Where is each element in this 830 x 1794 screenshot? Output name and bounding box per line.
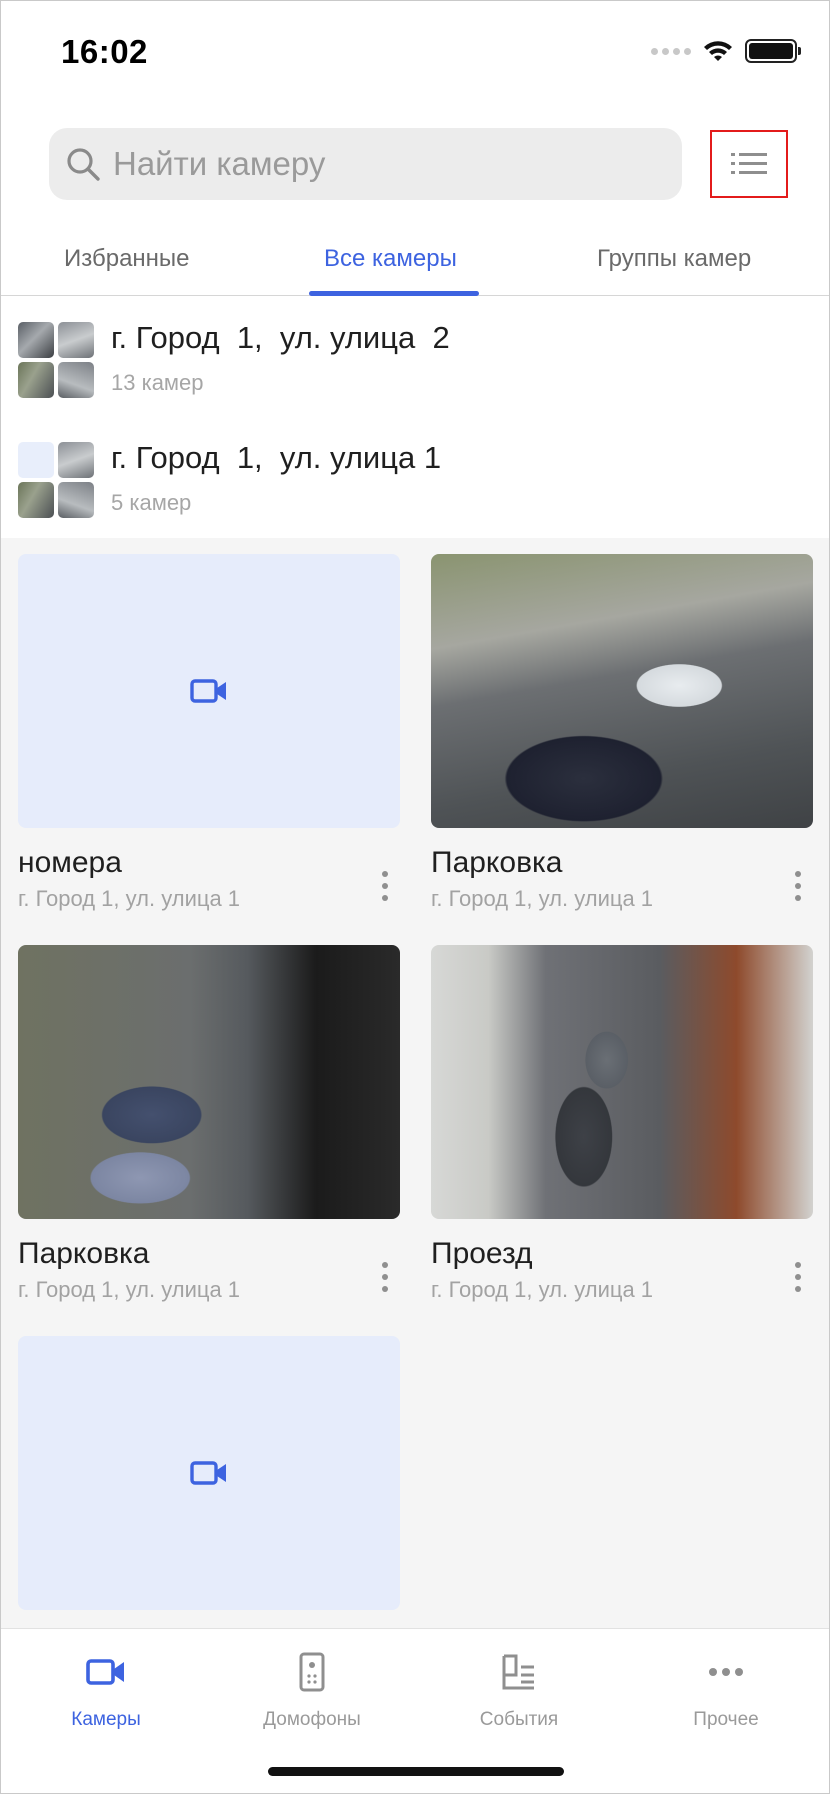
- camera-group-row[interactable]: г. Город 1, ул. улица 1 5 камер: [1, 418, 829, 538]
- group-thumbnail: [58, 362, 94, 398]
- camera-address: г. Город 1, ул. улица 1: [431, 1277, 654, 1302]
- nav-label: Домофоны: [263, 1709, 361, 1730]
- group-thumbnail: [18, 362, 54, 398]
- status-icons: [651, 39, 801, 63]
- nav-label: Прочее: [693, 1709, 759, 1730]
- list-view-button[interactable]: [710, 130, 788, 198]
- search-input[interactable]: [113, 145, 633, 183]
- camera-preview-image[interactable]: [18, 945, 400, 1219]
- video-camera-icon: [190, 1461, 226, 1485]
- status-bar: 16:02: [1, 1, 829, 101]
- camera-name: Проезд: [431, 1237, 533, 1270]
- camera-address: г. Город 1, ул. улица 1: [18, 886, 241, 911]
- list-icon: [731, 153, 767, 174]
- app-screen: 16:02 Избранные Все: [0, 0, 830, 1794]
- camera-group-row[interactable]: г. Город 1, ул. улица 2 13 камер: [1, 298, 829, 418]
- camera-name: Парковка: [18, 1237, 150, 1270]
- group-thumbnail: [18, 322, 54, 358]
- group-thumbnail: [58, 482, 94, 518]
- camera-card[interactable]: Парковка г. Город 1, ул. улица 1: [431, 554, 813, 912]
- camera-card[interactable]: [18, 1336, 400, 1610]
- nav-more[interactable]: Прочее: [651, 1647, 801, 1731]
- active-tab-indicator: [309, 291, 479, 296]
- group-thumbnail: [18, 482, 54, 518]
- group-thumbnail: [58, 442, 94, 478]
- search-icon: [67, 148, 100, 181]
- more-options-icon[interactable]: [370, 866, 400, 906]
- tab-camera-groups[interactable]: Группы камер: [597, 245, 751, 273]
- group-thumbnail-placeholder: [18, 442, 54, 478]
- group-thumbnails: [18, 322, 94, 398]
- more-options-icon[interactable]: [783, 866, 813, 906]
- nav-label: События: [479, 1709, 559, 1730]
- status-time: 16:02: [61, 33, 148, 70]
- camera-card[interactable]: Проезд г. Город 1, ул. улица 1: [431, 945, 813, 1303]
- camera-preview-image[interactable]: [431, 554, 813, 828]
- group-thumbnail: [58, 322, 94, 358]
- tab-bar: Избранные Все камеры Группы камер: [1, 233, 829, 296]
- tab-favorites[interactable]: Избранные: [64, 245, 190, 273]
- camera-preview-image[interactable]: [431, 945, 813, 1219]
- camera-address: г. Город 1, ул. улица 1: [431, 886, 654, 911]
- camera-preview-placeholder[interactable]: [18, 554, 400, 828]
- group-thumbnails: [18, 442, 94, 518]
- camera-name: Парковка: [431, 846, 563, 879]
- camera-address: г. Город 1, ул. улица 1: [18, 1277, 241, 1302]
- more-icon: [709, 1668, 743, 1676]
- nav-label: Камеры: [71, 1709, 141, 1730]
- video-camera-icon: [190, 679, 226, 703]
- wifi-icon: [704, 41, 732, 61]
- group-camera-count: 5 камер: [111, 490, 192, 515]
- home-indicator: [268, 1767, 564, 1776]
- camera-icon: [86, 1659, 124, 1685]
- camera-preview-placeholder[interactable]: [18, 1336, 400, 1610]
- battery-icon: [745, 39, 801, 63]
- nav-intercoms[interactable]: Домофоны: [237, 1647, 387, 1731]
- cellular-signal-icon: [651, 47, 691, 55]
- intercom-icon: [299, 1652, 325, 1692]
- nav-events[interactable]: События: [444, 1647, 594, 1731]
- more-options-icon[interactable]: [370, 1257, 400, 1297]
- camera-card[interactable]: Парковка г. Город 1, ул. улица 1: [18, 945, 400, 1303]
- group-camera-count: 13 камер: [111, 370, 204, 395]
- camera-grid: номера г. Город 1, ул. улица 1 Парковка …: [1, 538, 829, 1628]
- group-title: г. Город 1, ул. улица 1: [111, 440, 442, 475]
- camera-card[interactable]: номера г. Город 1, ул. улица 1: [18, 554, 400, 912]
- tab-all-cameras[interactable]: Все камеры: [324, 245, 457, 273]
- camera-name: номера: [18, 846, 122, 879]
- nav-cameras[interactable]: Камеры: [31, 1647, 181, 1731]
- search-bar[interactable]: [49, 128, 682, 200]
- more-options-icon[interactable]: [783, 1257, 813, 1297]
- group-title: г. Город 1, ул. улица 2: [111, 320, 450, 355]
- events-icon: [502, 1654, 534, 1690]
